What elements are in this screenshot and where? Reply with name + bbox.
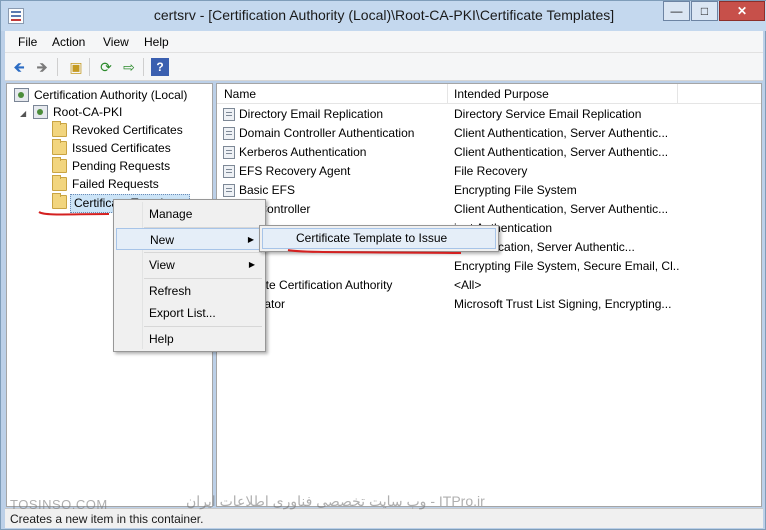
red-underline-annotation xyxy=(287,249,462,254)
annotation-overlay xyxy=(38,211,462,254)
mmc-window: certsrv - [Certification Authority (Loca… xyxy=(0,0,766,530)
red-underline-annotation xyxy=(38,211,110,216)
